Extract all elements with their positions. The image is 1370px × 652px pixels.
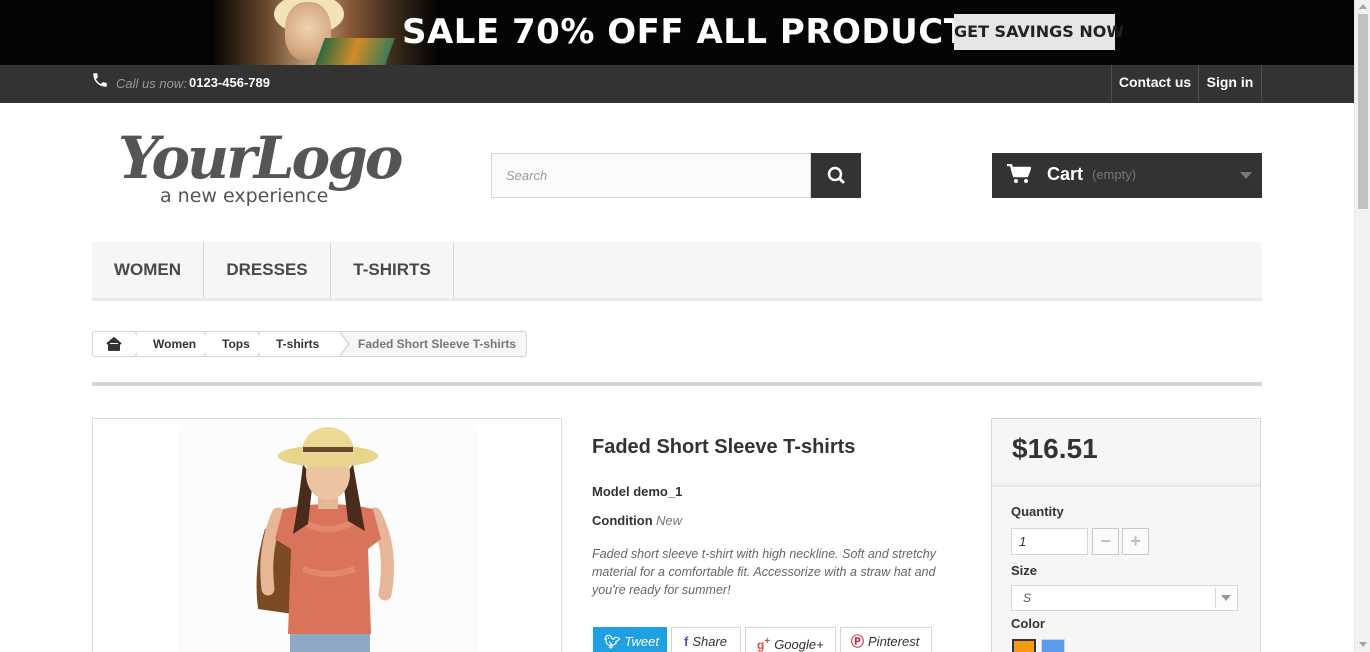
menu-item-tshirts[interactable]: T-SHIRTS — [331, 242, 454, 298]
quantity-label: Quantity — [1011, 504, 1064, 519]
pinterest-icon: Ⓟ — [851, 634, 865, 649]
product-page: SALE 70% OFF ALL PRODUCTS GET SAVINGS NO… — [0, 0, 1370, 652]
quantity-decrease-button[interactable]: − — [1092, 528, 1119, 555]
page-scrollbar[interactable] — [1354, 0, 1370, 652]
search-icon — [827, 166, 845, 184]
condition-value: New — [656, 513, 683, 528]
condition-label: Condition — [592, 513, 653, 528]
cart-label: Cart — [1047, 164, 1084, 184]
search-input[interactable]: Search — [491, 153, 811, 198]
home-icon — [106, 337, 122, 351]
twitter-icon: 🐦︎ — [604, 634, 621, 649]
color-swatch-orange[interactable] — [1012, 639, 1036, 652]
color-label: Color — [1011, 616, 1045, 631]
plus-icon: + — [1130, 531, 1141, 551]
scroll-down-arrow-icon[interactable] — [1359, 642, 1367, 647]
breadcrumb-separator — [339, 332, 350, 356]
tweet-label: Tweet — [624, 634, 659, 649]
shopping-cart-icon — [1007, 164, 1031, 183]
main-menu: WOMEN DRESSES T-SHIRTS — [92, 242, 1262, 301]
pinterest-button[interactable]: Ⓟ Pinterest — [840, 627, 932, 652]
cart-dropdown-caret-icon — [1240, 172, 1252, 179]
product-title: Faded Short Sleeve T-shirts — [592, 436, 856, 458]
section-divider — [92, 382, 1262, 386]
cart-button[interactable]: Cart (empty) — [992, 153, 1262, 198]
product-photo — [178, 425, 478, 652]
tweet-button[interactable]: 🐦︎ Tweet — [593, 627, 667, 652]
scrollbar-thumb[interactable] — [1358, 14, 1368, 209]
breadcrumb-home[interactable] — [93, 332, 135, 356]
product-image[interactable] — [92, 418, 562, 652]
svg-text:a new experience: a new experience — [160, 185, 328, 207]
phone-icon — [93, 73, 107, 87]
menu-item-women[interactable]: WOMEN — [92, 242, 204, 298]
size-label: Size — [1011, 563, 1038, 578]
product-model: Model demo_1 — [592, 484, 682, 499]
google-plus-button[interactable]: g+ Google+ — [745, 627, 836, 652]
chevron-down-icon — [1215, 588, 1235, 608]
search-button[interactable] — [811, 153, 861, 198]
menu-item-dresses[interactable]: DRESSES — [204, 242, 331, 298]
model-value: demo_1 — [633, 484, 683, 499]
color-swatch-blue[interactable] — [1041, 639, 1065, 652]
quantity-input[interactable]: 1 — [1011, 528, 1088, 555]
breadcrumb: Women Tops T-shirts Faded Short Sleeve T… — [92, 331, 527, 357]
breadcrumb-item-tops[interactable]: Tops — [206, 332, 258, 356]
gplus-label: Google+ — [774, 637, 824, 652]
facebook-icon: f — [684, 634, 689, 649]
get-savings-button[interactable]: GET SAVINGS NOW — [954, 14, 1124, 50]
sign-in-link[interactable]: Sign in — [1198, 65, 1262, 103]
pinterest-label: Pinterest — [868, 634, 920, 649]
size-value: S — [1023, 591, 1032, 605]
phone-number: 0123-456-789 — [189, 75, 270, 90]
breadcrumb-current: Faded Short Sleeve T-shirts — [358, 337, 517, 351]
breadcrumb-item-tshirts[interactable]: T-shirts — [260, 332, 340, 356]
call-us-label: Call us now: — [116, 76, 187, 91]
banner-headline: SALE 70% OFF ALL PRODUCTS — [402, 12, 993, 52]
share-label: Share — [692, 634, 728, 649]
product-price: $16.51 — [1012, 433, 1098, 464]
svg-text:YourLogo: YourLogo — [118, 126, 402, 192]
minus-icon: − — [1100, 531, 1111, 551]
promo-banner[interactable]: SALE 70% OFF ALL PRODUCTS GET SAVINGS NO… — [0, 0, 1354, 65]
product-description: Faded short sleeve t-shirt with high nec… — [592, 547, 936, 597]
quantity-increase-button[interactable]: + — [1122, 528, 1149, 555]
google-plus-icon: g+ — [757, 636, 771, 652]
size-select[interactable]: S — [1011, 585, 1238, 611]
model-label: Model — [592, 484, 630, 499]
site-logo[interactable]: YourLogo a new experience — [118, 126, 418, 210]
breadcrumb-item-women[interactable]: Women — [137, 332, 204, 356]
facebook-share-button[interactable]: f Share — [671, 627, 741, 652]
contact-us-link[interactable]: Contact us — [1111, 65, 1198, 103]
price-area: $16.51 — [992, 419, 1260, 487]
cart-status: (empty) — [1092, 167, 1137, 182]
scroll-up-arrow-icon[interactable] — [1359, 4, 1367, 9]
